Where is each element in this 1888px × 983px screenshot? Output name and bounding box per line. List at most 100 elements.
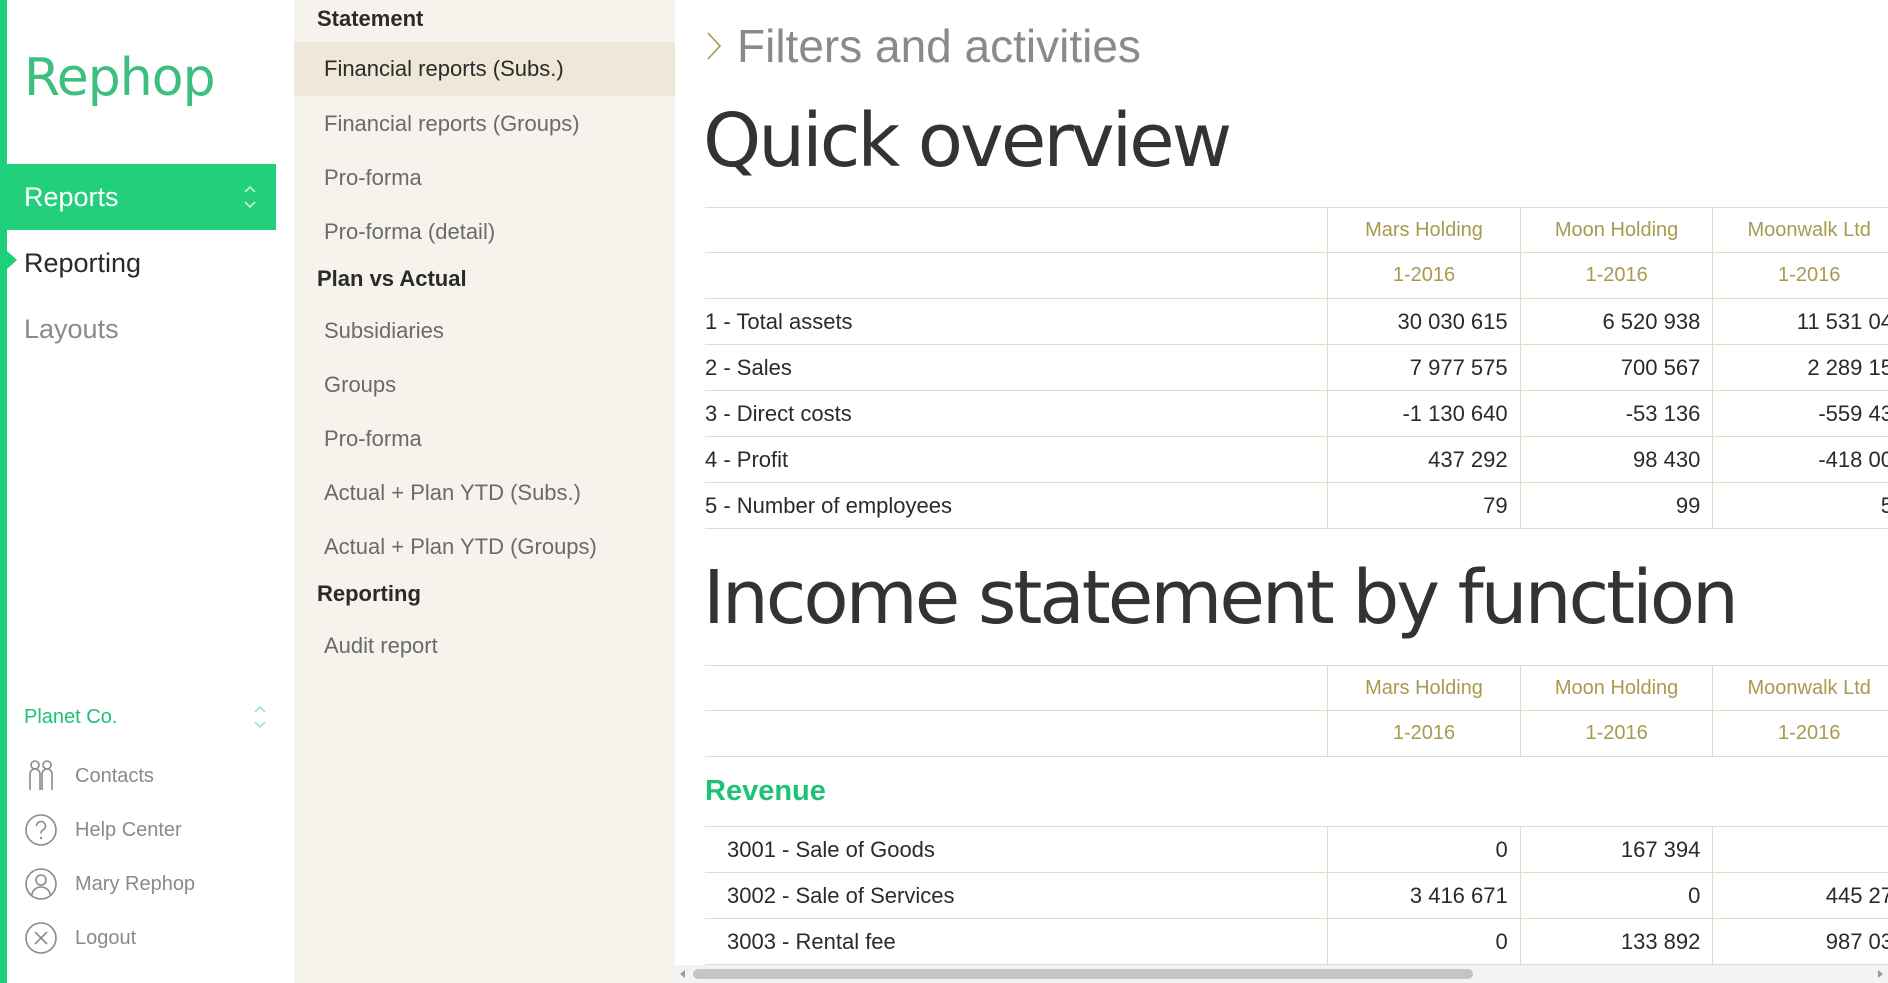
user-name-label: Mary Rephop <box>75 872 196 895</box>
row-label: 1 - Total assets <box>705 308 853 334</box>
report-submenu: Statement Financial reports (Subs.) Fina… <box>294 0 675 983</box>
contacts-label: Contacts <box>75 764 154 787</box>
nav-item-reporting[interactable]: Reporting <box>7 230 276 296</box>
help-icon <box>25 814 57 846</box>
chevron-updown-icon <box>244 185 256 209</box>
submenu-heading-reporting: Reporting <box>317 581 421 606</box>
submenu-item-actual-plan-ytd-subs[interactable]: Actual + Plan YTD (Subs.) <box>294 466 675 520</box>
table-period-row: 1-2016 1-2016 1-2016 <box>705 711 1888 757</box>
scroll-right-icon[interactable] <box>1874 968 1886 980</box>
table-row[interactable]: 2 - Sales 7 977 575 700 567 2 289 15 <box>705 345 1888 391</box>
rephop-logo[interactable]: Rephop <box>24 48 216 108</box>
value-cell: 0 <box>1327 919 1520 964</box>
table-row[interactable]: 5 - Number of employees 79 99 5 <box>705 483 1888 529</box>
column-header[interactable]: Moonwalk Ltd <box>1712 208 1888 252</box>
submenu-item-pro-forma[interactable]: Pro-forma <box>294 151 675 205</box>
logout-link[interactable]: Logout <box>24 918 136 958</box>
submenu-item-label: Pro-forma (detail) <box>324 219 496 244</box>
submenu-item-financial-reports-groups[interactable]: Financial reports (Groups) <box>294 97 675 151</box>
table-period-row: 1-2016 1-2016 1-2016 <box>705 253 1888 299</box>
value-cell: 5 <box>1712 483 1888 528</box>
table-row[interactable]: 3 - Direct costs -1 130 640 -53 136 -559… <box>705 391 1888 437</box>
submenu-item-label: Pro-forma <box>324 165 422 190</box>
help-center-link[interactable]: Help Center <box>24 810 182 850</box>
user-profile-link[interactable]: Mary Rephop <box>24 864 195 904</box>
value-cell: 437 292 <box>1326 437 1520 482</box>
scrollbar-thumb[interactable] <box>693 969 1473 979</box>
nav-item-label: Reports <box>24 181 119 212</box>
value-cell: 0 <box>1519 873 1713 918</box>
value-cell: -418 00 <box>1712 437 1888 482</box>
header-spacer <box>705 711 1327 756</box>
column-period: 1-2016 <box>1327 711 1520 756</box>
column-header[interactable]: Moon Holding <box>1519 666 1713 710</box>
chevron-updown-icon <box>254 705 266 729</box>
column-period: 1-2016 <box>1712 253 1888 298</box>
row-label: 3001 - Sale of Goods <box>727 836 935 862</box>
value-cell: -53 136 <box>1519 391 1713 436</box>
row-label: 3003 - Rental fee <box>727 928 896 954</box>
table-header-row: Mars Holding Moon Holding Moonwalk Ltd <box>705 665 1888 711</box>
header-spacer <box>705 208 1327 252</box>
table-row[interactable]: 3001 - Sale of Goods 0 167 394 <box>705 827 1888 873</box>
value-cell: 79 <box>1326 483 1520 528</box>
submenu-item-groups[interactable]: Groups <box>294 358 675 412</box>
sidebar-accent-bar <box>0 0 7 983</box>
value-cell: 11 531 04 <box>1712 299 1888 344</box>
submenu-item-audit-report[interactable]: Audit report <box>294 619 675 673</box>
horizontal-scrollbar[interactable] <box>675 965 1888 983</box>
value-cell: -1 130 640 <box>1326 391 1520 436</box>
company-selector[interactable]: Planet Co. <box>24 700 268 734</box>
value-cell: 6 520 938 <box>1519 299 1713 344</box>
row-label: 2 - Sales <box>705 354 792 380</box>
row-label: 5 - Number of employees <box>705 492 952 518</box>
column-header[interactable]: Moon Holding <box>1519 208 1713 252</box>
income-statement-title: Income statement by function <box>703 555 1739 641</box>
table-row[interactable]: 4 - Profit 437 292 98 430 -418 00 <box>705 437 1888 483</box>
column-header[interactable]: Mars Holding <box>1327 208 1520 252</box>
submenu-item-subsidiaries[interactable]: Subsidiaries <box>294 304 675 358</box>
value-cell <box>1712 827 1888 872</box>
group-heading-revenue[interactable]: Revenue <box>705 757 1888 827</box>
nav-item-reports[interactable]: Reports <box>7 164 276 230</box>
submenu-item-label: Financial reports (Groups) <box>324 111 580 136</box>
nav-item-layouts[interactable]: Layouts <box>7 296 276 362</box>
value-cell: 987 03 <box>1712 919 1888 964</box>
help-center-label: Help Center <box>75 818 182 841</box>
contacts-icon <box>29 760 53 790</box>
submenu-item-pro-forma-detail[interactable]: Pro-forma (detail) <box>294 205 675 259</box>
value-cell: -559 43 <box>1712 391 1888 436</box>
logout-icon <box>25 922 57 954</box>
submenu-item-pro-forma-plan[interactable]: Pro-forma <box>294 412 675 466</box>
sidebar: Rephop Reports Reporting Layouts Planet … <box>0 0 294 983</box>
logout-label: Logout <box>75 926 137 949</box>
submenu-item-label: Pro-forma <box>324 426 422 451</box>
submenu-item-label: Actual + Plan YTD (Subs.) <box>324 480 581 505</box>
value-cell: 7 977 575 <box>1326 345 1520 390</box>
table-row[interactable]: 3002 - Sale of Services 3 416 671 0 445 … <box>705 873 1888 919</box>
column-period: 1-2016 <box>1519 253 1713 298</box>
income-statement-table: Mars Holding Moon Holding Moonwalk Ltd 1… <box>705 665 1888 965</box>
filters-toggle[interactable]: Filters and activities <box>705 18 1141 74</box>
column-header[interactable]: Mars Holding <box>1327 666 1520 710</box>
row-label: 4 - Profit <box>705 446 789 472</box>
submenu-heading-statement: Statement <box>317 6 424 31</box>
main-content: Filters and activities Quick overview Ma… <box>675 0 1888 965</box>
submenu-item-actual-plan-ytd-groups[interactable]: Actual + Plan YTD (Groups) <box>294 520 675 574</box>
contacts-link[interactable]: Contacts <box>24 756 154 796</box>
row-label: 3 - Direct costs <box>705 400 852 426</box>
nav-item-label: Reporting <box>24 247 142 278</box>
column-period: 1-2016 <box>1519 711 1713 756</box>
table-row[interactable]: 3003 - Rental fee 0 133 892 987 03 <box>705 919 1888 965</box>
column-period: 1-2016 <box>1327 253 1520 298</box>
header-spacer <box>705 253 1327 298</box>
table-row[interactable]: 1 - Total assets 30 030 615 6 520 938 11… <box>705 299 1888 345</box>
column-header[interactable]: Moonwalk Ltd <box>1712 666 1888 710</box>
column-period: 1-2016 <box>1712 711 1888 756</box>
company-name: Planet Co. <box>24 705 118 728</box>
user-icon <box>25 868 57 900</box>
submenu-item-label: Audit report <box>324 633 438 658</box>
scroll-left-icon[interactable] <box>677 968 689 980</box>
submenu-item-label: Financial reports (Subs.) <box>324 56 564 81</box>
submenu-item-financial-reports-subs[interactable]: Financial reports (Subs.) <box>294 42 675 96</box>
